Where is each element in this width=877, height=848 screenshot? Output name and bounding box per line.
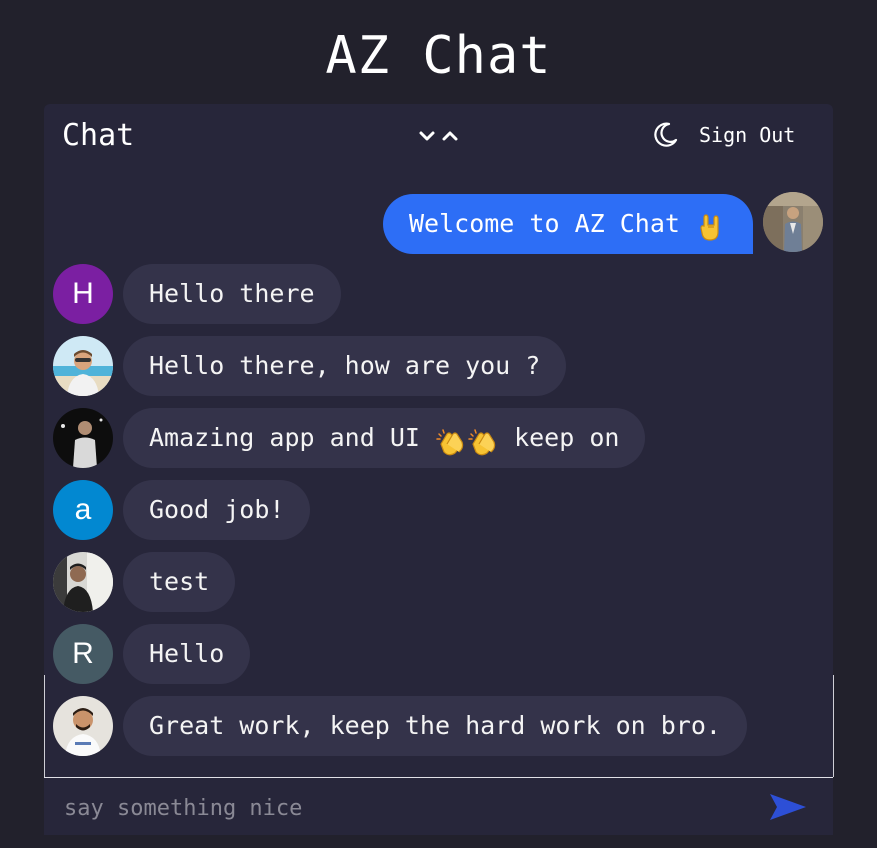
chat-header: Chat Sign Out	[44, 104, 833, 168]
app-title: AZ Chat	[325, 26, 552, 86]
message-text: Amazing app and UI	[149, 423, 420, 452]
clapping-hands-emoji	[467, 420, 499, 456]
message-text: Hello there, how are you ?	[149, 351, 541, 380]
send-icon[interactable]	[768, 792, 808, 822]
sign-out-button[interactable]: Sign Out	[699, 123, 795, 147]
message-bubble: Good job!	[123, 480, 311, 540]
message-text: Great work, keep the hard work on bro.	[149, 711, 721, 740]
sent-message: Welcome to AZ Chat	[363, 192, 823, 254]
divider	[44, 675, 45, 777]
message-list: Welcome to AZ Chat H Hello there Hello t…	[44, 168, 833, 778]
chat-header-title: Chat	[62, 118, 135, 153]
avatar	[53, 552, 113, 612]
avatar	[763, 192, 823, 252]
message-bubble: Great work, keep the hard work on bro.	[123, 696, 747, 756]
chevron-down-icon[interactable]	[417, 126, 437, 146]
avatar: H	[53, 264, 113, 324]
moon-icon[interactable]	[650, 120, 680, 150]
chat-panel: Chat Sign Out Welcome to AZ Chat H Hello…	[44, 104, 833, 835]
message-text: Hello	[149, 639, 225, 668]
sent-message-text: Welcome to AZ Chat	[409, 209, 680, 238]
rock-on-hand-emoji	[695, 206, 727, 241]
message-text: Good job!	[149, 495, 285, 524]
chevron-up-icon[interactable]	[440, 126, 460, 146]
clapping-hands-emoji	[435, 420, 467, 456]
message-bubble: Hello there	[123, 264, 341, 324]
message-bubble: test	[123, 552, 236, 612]
message-composer	[44, 777, 833, 835]
avatar	[53, 408, 113, 468]
message-text: test	[149, 567, 210, 596]
avatar: a	[53, 480, 113, 540]
message-input[interactable]	[62, 790, 746, 826]
message-text-after: keep on	[514, 423, 620, 452]
message-bubble: Hello there, how are you ?	[123, 336, 567, 396]
avatar	[53, 336, 113, 396]
message-bubble: Hello	[123, 624, 251, 684]
message-bubble: Amazing app and UI keep on	[123, 408, 646, 468]
avatar: R	[53, 624, 113, 684]
sent-message-bubble: Welcome to AZ Chat	[383, 194, 753, 254]
message-text: Hello there	[149, 279, 315, 308]
avatar	[53, 696, 113, 756]
divider	[833, 675, 834, 777]
